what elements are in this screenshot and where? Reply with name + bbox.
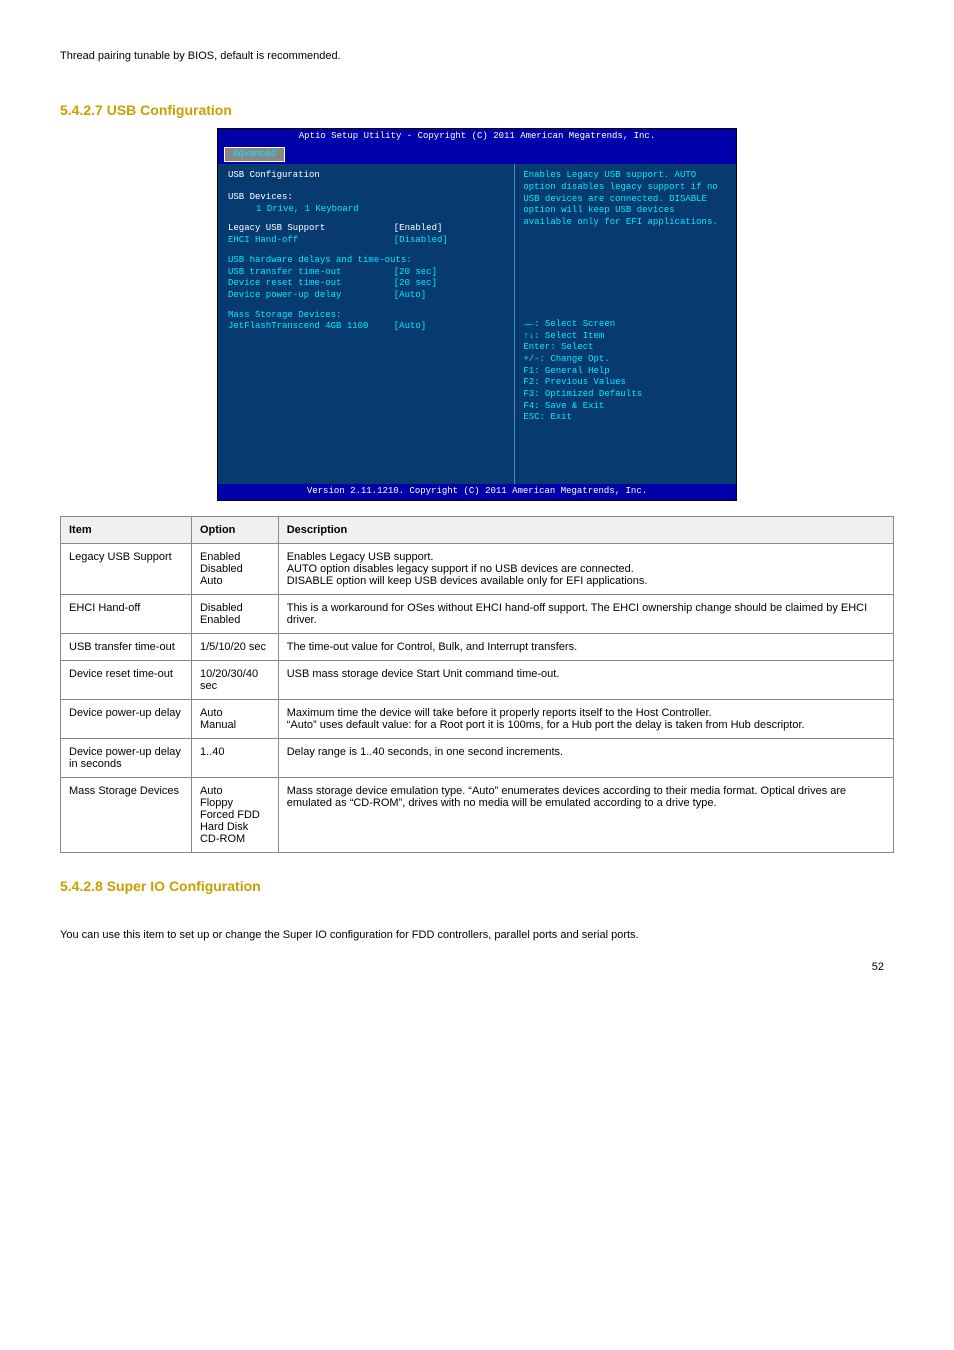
table-row: Legacy USB SupportEnabled Disabled AutoE… — [61, 544, 894, 595]
bios-section-title: USB Configuration — [228, 170, 504, 182]
bios-row-reset-timeout[interactable]: Device reset time-out [20 sec] — [228, 278, 504, 290]
bios-key-hint: F2: Previous Values — [523, 377, 728, 389]
table-cell-desc: USB mass storage device Start Unit comma… — [278, 661, 893, 700]
bios-key-hint: F1: General Help — [523, 366, 728, 378]
table-header-option: Option — [191, 517, 278, 544]
table-cell-item: USB transfer time-out — [61, 634, 192, 661]
table-cell-desc: Delay range is 1..40 seconds, in one sec… — [278, 739, 893, 778]
table-cell-desc: The time-out value for Control, Bulk, an… — [278, 634, 893, 661]
bios-key-hint: F3: Optimized Defaults — [523, 389, 728, 401]
table-cell-item: EHCI Hand-off — [61, 595, 192, 634]
bios-screenshot: Aptio Setup Utility - Copyright (C) 2011… — [217, 128, 737, 501]
bios-row-label: EHCI Hand-off — [228, 235, 394, 247]
table-row: USB transfer time-out1/5/10/20 secThe ti… — [61, 634, 894, 661]
table-cell-desc: This is a workaround for OSes without EH… — [278, 595, 893, 634]
table-cell-option: Enabled Disabled Auto — [191, 544, 278, 595]
table-cell-option: 1..40 — [191, 739, 278, 778]
bios-key-hint: ESC: Exit — [523, 412, 728, 424]
bios-row-value: [Auto] — [394, 321, 505, 333]
bios-key-hint: F4: Save & Exit — [523, 401, 728, 413]
bios-row-legacy-usb[interactable]: Legacy USB Support [Enabled] — [228, 223, 504, 235]
top-note: Thread pairing tunable by BIOS, default … — [60, 50, 894, 62]
bios-row-label: Device reset time-out — [228, 278, 394, 290]
bios-row-label: Device power-up delay — [228, 290, 394, 302]
bios-key-hint: ↑↓: Select Item — [523, 331, 728, 343]
bios-right-pane: Enables Legacy USB support. AUTO option … — [515, 164, 736, 484]
table-cell-item: Device power-up delay in seconds — [61, 739, 192, 778]
heading-usb-config: 5.4.2.7 USB Configuration — [60, 102, 894, 118]
table-row: EHCI Hand-offDisabled EnabledThis is a w… — [61, 595, 894, 634]
table-header-description: Description — [278, 517, 893, 544]
table-cell-option: Auto Floppy Forced FDD Hard Disk CD-ROM — [191, 778, 278, 853]
table-header-row: Item Option Description — [61, 517, 894, 544]
bios-key-hint: →←: Select Screen — [523, 319, 728, 331]
bios-row-label: USB transfer time-out — [228, 267, 394, 279]
heading-superio-config: 5.4.2.8 Super IO Configuration — [60, 878, 894, 894]
bios-row-mass-device[interactable]: JetFlashTranscend 4GB 1100 [Auto] — [228, 321, 504, 333]
bios-row-value: [20 sec] — [394, 278, 505, 290]
table-row: Device power-up delayAuto ManualMaximum … — [61, 700, 894, 739]
bios-mass-header: Mass Storage Devices: — [228, 310, 504, 322]
table-cell-option: 1/5/10/20 sec — [191, 634, 278, 661]
table-header-item: Item — [61, 517, 192, 544]
bios-row-label: Legacy USB Support — [228, 223, 394, 235]
table-row: Device reset time-out10/20/30/40 secUSB … — [61, 661, 894, 700]
bios-row-value: [Disabled] — [394, 235, 505, 247]
table-cell-option: Disabled Enabled — [191, 595, 278, 634]
bios-row-transfer-timeout[interactable]: USB transfer time-out [20 sec] — [228, 267, 504, 279]
table-cell-option: 10/20/30/40 sec — [191, 661, 278, 700]
bottom-note: You can use this item to set up or chang… — [60, 929, 894, 941]
table-cell-desc: Mass storage device emulation type. “Aut… — [278, 778, 893, 853]
table-cell-desc: Enables Legacy USB support. AUTO option … — [278, 544, 893, 595]
bios-help-text: Enables Legacy USB support. AUTO option … — [523, 170, 728, 228]
page-number: 52 — [60, 961, 894, 973]
bios-row-ehci-handoff[interactable]: EHCI Hand-off [Disabled] — [228, 235, 504, 247]
bios-row-value: [Enabled] — [394, 223, 505, 235]
settings-table: Item Option Description Legacy USB Suppo… — [60, 516, 894, 853]
bios-row-powerup-delay[interactable]: Device power-up delay [Auto] — [228, 290, 504, 302]
bios-tab-advanced[interactable]: Advanced — [224, 147, 285, 163]
table-cell-item: Device reset time-out — [61, 661, 192, 700]
table-cell-item: Mass Storage Devices — [61, 778, 192, 853]
bios-key-hint: +/-: Change Opt. — [523, 354, 728, 366]
bios-usb-devices-value: 1 Drive, 1 Keyboard — [228, 204, 504, 216]
bios-hw-header: USB hardware delays and time-outs: — [228, 255, 504, 267]
bios-row-value: [Auto] — [394, 290, 505, 302]
table-row: Device power-up delay in seconds1..40Del… — [61, 739, 894, 778]
bios-tab-bar: Advanced — [218, 145, 736, 165]
bios-left-pane: USB Configuration USB Devices: 1 Drive, … — [218, 164, 515, 484]
bios-footer: Version 2.11.1210. Copyright (C) 2011 Am… — [218, 484, 736, 500]
table-row: Mass Storage DevicesAuto Floppy Forced F… — [61, 778, 894, 853]
bios-usb-devices-label: USB Devices: — [228, 192, 504, 204]
bios-row-value: [20 sec] — [394, 267, 505, 279]
table-cell-item: Legacy USB Support — [61, 544, 192, 595]
table-cell-desc: Maximum time the device will take before… — [278, 700, 893, 739]
table-cell-option: Auto Manual — [191, 700, 278, 739]
table-cell-item: Device power-up delay — [61, 700, 192, 739]
bios-key-hint: Enter: Select — [523, 342, 728, 354]
bios-title-bar: Aptio Setup Utility - Copyright (C) 2011… — [218, 129, 736, 145]
bios-row-label: JetFlashTranscend 4GB 1100 — [228, 321, 394, 333]
